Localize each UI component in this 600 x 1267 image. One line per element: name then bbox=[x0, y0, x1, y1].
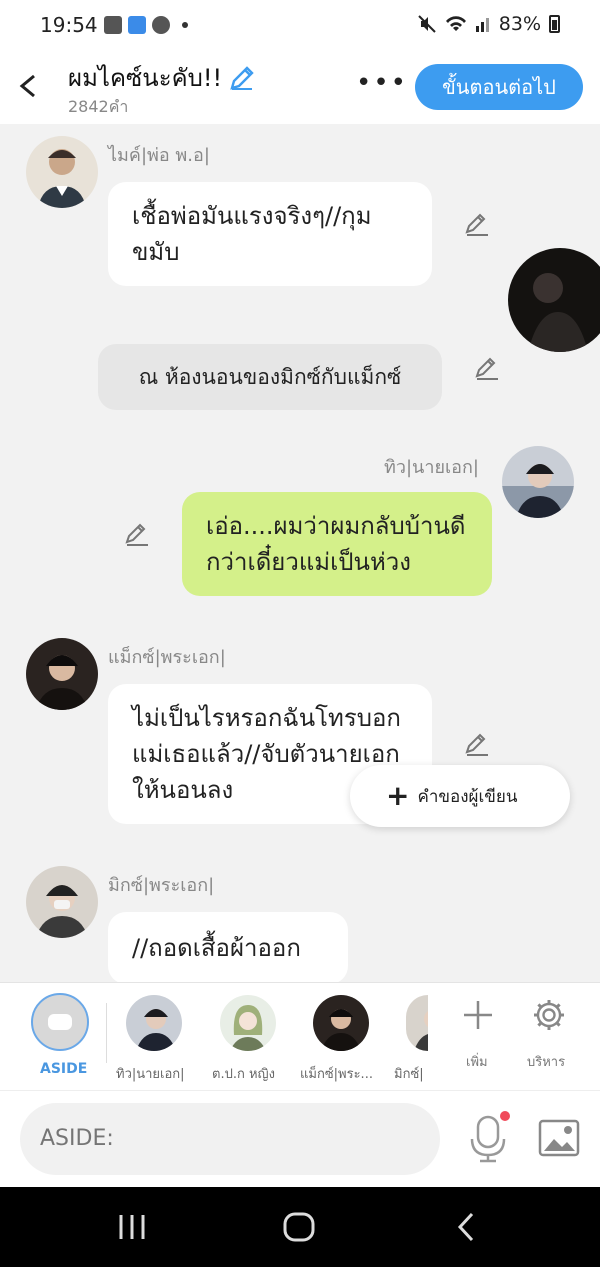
tray-avatar-tiw[interactable] bbox=[126, 995, 182, 1051]
edit-message-pencil-icon[interactable] bbox=[124, 522, 150, 548]
avatar-tiw[interactable] bbox=[502, 446, 574, 518]
avatar-mike[interactable] bbox=[26, 136, 98, 208]
status-bar: 19:54 83% bbox=[0, 0, 600, 50]
wifi-icon bbox=[445, 16, 466, 31]
image-icon[interactable] bbox=[538, 1119, 580, 1157]
message-bubble[interactable]: //ถอดเสื้อผ้าออก bbox=[108, 912, 348, 982]
aside-icon[interactable] bbox=[31, 993, 89, 1051]
back-nav-icon[interactable] bbox=[454, 1211, 478, 1243]
tray-character-name: มิกซ์| bbox=[394, 1067, 424, 1082]
battery-icon bbox=[549, 15, 560, 33]
story-title[interactable]: ผมไคซ์นะคับ!! bbox=[68, 58, 256, 97]
plus-icon: + bbox=[386, 779, 410, 812]
sender-name: ทิว|นายเอก| bbox=[384, 457, 479, 478]
add-label[interactable]: เพิ่ม bbox=[466, 1051, 488, 1072]
aside-label[interactable]: ASIDE bbox=[40, 1061, 87, 1077]
tray-divider bbox=[106, 1003, 107, 1063]
sender-name: ไมค์|พ่อ พ.อ| bbox=[108, 145, 210, 166]
edit-message-pencil-icon[interactable] bbox=[474, 356, 500, 382]
edit-message-pencil-icon[interactable] bbox=[464, 212, 490, 238]
add-character-plus-icon[interactable] bbox=[462, 999, 494, 1031]
avatar-mix[interactable] bbox=[26, 866, 98, 938]
tray-avatar-female[interactable] bbox=[220, 995, 276, 1051]
chat-area: ไมค์|พ่อ พ.อ| เชื้อพ่อมันแรงจริงๆ//กุมขม… bbox=[0, 124, 600, 982]
tray-character-name: ทิว|นายเอก| bbox=[116, 1067, 185, 1082]
avatar-max[interactable] bbox=[26, 638, 98, 710]
back-arrow-icon[interactable] bbox=[14, 66, 44, 106]
tray-avatar-mix[interactable] bbox=[406, 995, 428, 1051]
recent-apps-icon[interactable] bbox=[116, 1213, 148, 1241]
battery-percent: 83% bbox=[498, 13, 541, 35]
settings-gear-icon[interactable] bbox=[531, 997, 567, 1033]
message-input[interactable] bbox=[20, 1103, 440, 1175]
next-step-button[interactable]: ขั้นตอนต่อไป bbox=[415, 64, 583, 110]
line-notification-icon bbox=[152, 16, 170, 34]
sender-name: มิกซ์|พระเอก| bbox=[108, 875, 215, 896]
edit-message-pencil-icon[interactable] bbox=[464, 732, 490, 758]
manage-label[interactable]: บริหาร bbox=[527, 1051, 565, 1072]
recording-dot-icon bbox=[500, 1111, 510, 1121]
word-count: 2842คำ bbox=[68, 97, 129, 116]
home-icon[interactable] bbox=[282, 1211, 316, 1243]
mute-icon bbox=[418, 15, 436, 33]
narration-bubble[interactable]: ณ ห้องนอนของมิกซ์กับแม็กซ์ bbox=[98, 344, 442, 410]
message-bubble[interactable]: เชื้อพ่อมันแรงจริงๆ//กุมขมับ bbox=[108, 182, 432, 286]
more-notifications-dot-icon bbox=[182, 22, 188, 28]
gallery-notification-icon bbox=[104, 16, 122, 34]
add-writer-note-button[interactable]: + คำของผู้เขียน bbox=[350, 765, 570, 827]
status-time: 19:54 bbox=[40, 13, 98, 37]
input-bar bbox=[0, 1090, 600, 1187]
more-options-icon[interactable]: ••• bbox=[356, 70, 408, 96]
edit-title-pencil-icon[interactable] bbox=[228, 64, 256, 92]
chat-header: ผมไคซ์นะคับ!! 2842คำ ••• ขั้นตอนต่อไป bbox=[0, 50, 600, 124]
tray-character-name: ต.ป.ก หญิง bbox=[212, 1067, 275, 1082]
tray-character-name: แม็กซ์|พระ... bbox=[300, 1067, 373, 1082]
system-nav-bar bbox=[0, 1187, 600, 1267]
message-bubble[interactable]: เอ่อ....ผมว่าผมกลับบ้านดีกว่าเดี๋ยวแม่เป… bbox=[182, 492, 492, 596]
tray-avatar-max[interactable] bbox=[313, 995, 369, 1051]
app-notification-icon bbox=[128, 16, 146, 34]
sender-name: แม็กซ์|พระเอก| bbox=[108, 647, 226, 668]
character-tray: ASIDE ทิว|นายเอก| ต.ป.ก หญิง แม็กซ์|พระ.… bbox=[0, 982, 600, 1090]
signal-icon bbox=[475, 18, 489, 32]
microphone-icon[interactable] bbox=[468, 1115, 508, 1163]
